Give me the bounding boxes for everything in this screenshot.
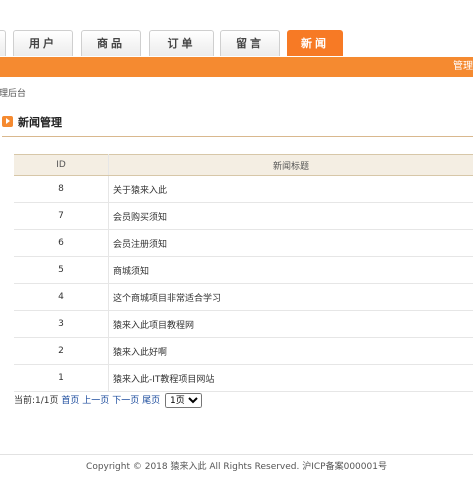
column-header-title: 新闻标题 [108, 154, 473, 176]
footer-copyright: Copyright © 2018 猿来入此 All Rights Reserve… [86, 462, 387, 472]
column-header-id: ID [14, 154, 109, 176]
row-id: 6 [14, 229, 109, 257]
header-bar: 管理 [0, 57, 473, 77]
top-banner [0, 0, 473, 30]
breadcrumb: 理后台 [0, 89, 27, 99]
table-row[interactable]: 8 关于猿来入此 [14, 175, 473, 203]
row-id: 8 [14, 175, 109, 203]
footer-divider [0, 454, 473, 455]
tab-users[interactable]: 用户 [13, 30, 73, 56]
tab-orders[interactable]: 订单 [149, 30, 214, 56]
row-title[interactable]: 商城须知 [108, 256, 473, 284]
table-header-row: ID 新闻标题 [14, 154, 473, 176]
prev-page-link[interactable]: 上一页 [82, 396, 109, 406]
pagination: 当前:1/1页 首页 上一页 下一页 尾页 1页 [14, 393, 202, 409]
row-title[interactable]: 关于猿来入此 [108, 175, 473, 203]
page-select[interactable]: 1页 [164, 393, 202, 408]
table-row[interactable]: 6 会员注册须知 [14, 229, 473, 257]
tab-messages[interactable]: 留言 [220, 30, 280, 56]
section-header: 新闻管理 [2, 114, 473, 137]
row-title[interactable]: 猿来入此好啊 [108, 337, 473, 365]
main-nav-tabs: 用户 商品 订单 留言 新闻 [0, 30, 473, 57]
row-title[interactable]: 会员购买须知 [108, 202, 473, 230]
news-table: ID 新闻标题 8 关于猿来入此 7 会员购买须知 6 会员注册须知 5 商城须… [14, 154, 473, 392]
row-id: 1 [14, 364, 109, 392]
row-title[interactable]: 猿来入此-IT教程项目网站 [108, 364, 473, 392]
admin-link[interactable]: 管理 [453, 57, 473, 77]
row-title[interactable]: 这个商城项目非常适合学习 [108, 283, 473, 311]
last-page-link[interactable]: 尾页 [142, 396, 160, 406]
next-page-link[interactable]: 下一页 [112, 396, 139, 406]
table-row[interactable]: 3 猿来入此项目教程网 [14, 310, 473, 338]
page-status: 当前:1/1页 [14, 396, 59, 406]
table-row[interactable]: 1 猿来入此-IT教程项目网站 [14, 364, 473, 392]
row-id: 5 [14, 256, 109, 284]
table-row[interactable]: 5 商城须知 [14, 256, 473, 284]
table-row[interactable]: 7 会员购买须知 [14, 202, 473, 230]
tab-products[interactable]: 商品 [81, 30, 141, 56]
row-title[interactable]: 猿来入此项目教程网 [108, 310, 473, 338]
row-id: 7 [14, 202, 109, 230]
table-row[interactable]: 2 猿来入此好啊 [14, 337, 473, 365]
page-title: 新闻管理 [18, 116, 62, 129]
row-id: 3 [14, 310, 109, 338]
arrow-right-icon [2, 116, 13, 127]
table-row[interactable]: 4 这个商城项目非常适合学习 [14, 283, 473, 311]
row-id: 4 [14, 283, 109, 311]
tab-partial[interactable] [0, 30, 6, 56]
row-title[interactable]: 会员注册须知 [108, 229, 473, 257]
first-page-link[interactable]: 首页 [61, 396, 79, 406]
row-id: 2 [14, 337, 109, 365]
tab-news[interactable]: 新闻 [287, 30, 343, 56]
